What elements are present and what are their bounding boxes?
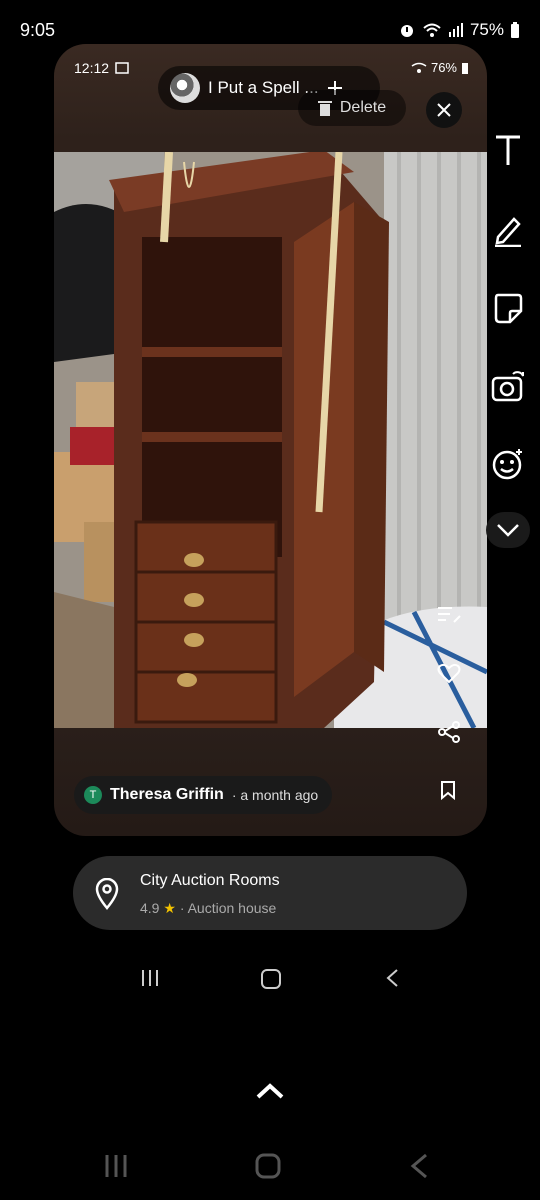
back-icon[interactable] xyxy=(408,1152,430,1180)
album-art xyxy=(170,73,200,103)
inner-status-time: 12:12 xyxy=(74,60,129,76)
text-tool-button[interactable] xyxy=(488,130,528,170)
author-avatar: T xyxy=(84,786,102,804)
battery-icon xyxy=(462,62,468,74)
inner-status-icons: 76% xyxy=(411,60,469,75)
snap-card: 12:12 76% I Put a Spell ... Delete T The… xyxy=(54,44,487,836)
close-icon xyxy=(437,103,451,117)
pen-icon xyxy=(495,217,521,247)
recent-apps-icon[interactable] xyxy=(140,968,160,988)
battery-percent: 75% xyxy=(469,20,504,39)
chevron-up-icon[interactable] xyxy=(255,1082,285,1100)
location-name: City Auction Rooms xyxy=(140,872,280,889)
chevron-down-icon xyxy=(497,524,519,537)
home-icon[interactable] xyxy=(254,1152,282,1180)
camera-tool-button[interactable] xyxy=(488,366,528,406)
inner-battery-percent: 76% xyxy=(430,60,457,75)
armoire-image xyxy=(54,152,487,728)
share-icon[interactable] xyxy=(437,720,461,744)
edit-list-icon[interactable] xyxy=(436,604,462,626)
delete-button[interactable]: Delete xyxy=(298,90,406,126)
battery-icon xyxy=(511,22,519,38)
location-rating: 4.9 xyxy=(140,900,160,916)
post-photo[interactable] xyxy=(54,152,487,728)
location-meta: 4.9 ★ · Auction house xyxy=(140,900,276,917)
author-pill[interactable]: T Theresa Griffin · a month ago xyxy=(74,776,332,814)
author-name: Theresa Griffin xyxy=(110,786,224,803)
draw-tool-button[interactable] xyxy=(488,210,528,250)
bookmark-icon[interactable] xyxy=(440,780,456,800)
text-icon xyxy=(496,135,520,165)
location-pin-icon xyxy=(95,878,119,910)
signal-icon xyxy=(448,23,463,37)
sticker-icon xyxy=(494,293,523,324)
status-time: 9:05 xyxy=(20,20,56,40)
emoji-tool-button[interactable] xyxy=(488,444,528,484)
camera-flip-icon xyxy=(491,371,524,402)
location-card[interactable]: City Auction Rooms 4.9 ★ · Auction house xyxy=(73,856,467,930)
delete-label: Delete xyxy=(339,99,387,116)
wifi-icon xyxy=(423,23,441,37)
recent-apps-icon[interactable] xyxy=(102,1152,130,1180)
sticker-tool-button[interactable] xyxy=(488,288,528,328)
star-icon: ★ xyxy=(163,900,176,916)
heart-icon[interactable] xyxy=(437,662,461,684)
location-category: · Auction house xyxy=(179,900,277,916)
back-icon[interactable] xyxy=(384,968,400,988)
status-icons: 75% xyxy=(398,20,520,40)
emoji-icon xyxy=(492,449,522,480)
post-time: · a month ago xyxy=(231,787,319,803)
alarm-icon xyxy=(400,25,413,37)
close-button[interactable] xyxy=(426,92,462,128)
wifi-icon xyxy=(411,62,427,73)
home-icon[interactable] xyxy=(260,968,282,990)
gallery-icon xyxy=(115,62,129,74)
trash-icon xyxy=(317,101,332,116)
more-tools-button[interactable] xyxy=(486,512,530,548)
